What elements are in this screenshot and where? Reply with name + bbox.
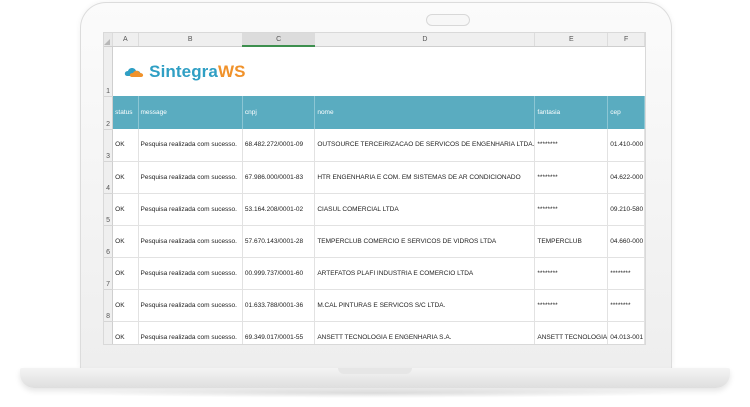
screen: A B C D E F 1 SintegraWS 2 status messag… [103, 32, 646, 345]
cell-message[interactable]: Pesquisa realizada com sucesso. [138, 193, 243, 226]
cell-cep[interactable]: ******** [607, 289, 645, 322]
header-status[interactable]: status [112, 96, 139, 129]
cell-fantasia[interactable]: ******** [534, 257, 609, 290]
cell-cep[interactable]: 04.013-001 [607, 321, 645, 344]
laptop-base [20, 368, 730, 388]
cell-cep[interactable]: 01.410-000 [607, 129, 645, 162]
laptop-notch [338, 368, 412, 374]
cell-nome[interactable]: OUTSOURCE TERCEIRIZACAO DE SERVICOS DE E… [314, 129, 536, 162]
cell-nome[interactable]: ANSETT TECNOLOGIA E ENGENHARIA S.A. [314, 321, 536, 344]
column-header-a[interactable]: A [112, 33, 139, 47]
cell-fantasia[interactable]: ******** [534, 193, 609, 226]
table-row: 5 OK Pesquisa realizada com sucesso. 53.… [104, 193, 645, 226]
cell-cep[interactable]: 09.210-580 [607, 193, 645, 226]
cell-nome[interactable]: M.CAL PINTURAS E SERVICOS S/C LTDA. [314, 289, 536, 322]
cell-message[interactable]: Pesquisa realizada com sucesso. [138, 161, 243, 194]
row-number-5[interactable]: 5 [104, 193, 114, 226]
laptop-shadow [60, 388, 690, 398]
cell-message[interactable]: Pesquisa realizada com sucesso. [138, 321, 243, 344]
logo-text-ws: WS [217, 61, 246, 81]
column-header-f[interactable]: F [607, 33, 645, 47]
column-header-e[interactable]: E [534, 33, 609, 47]
cell-cep[interactable]: ******** [607, 257, 645, 290]
logo-text-sintegra: Sintegra [149, 61, 218, 81]
cell-cnpj[interactable]: 53.164.208/0001-02 [242, 193, 316, 226]
cell-cep[interactable]: 04.622-000 [607, 161, 645, 194]
row-number-6[interactable]: 6 [104, 225, 114, 258]
column-header-d[interactable]: D [314, 33, 536, 47]
cell-status[interactable]: OK [112, 193, 139, 226]
cell-status[interactable]: OK [112, 225, 139, 258]
row-number-8[interactable]: 8 [104, 289, 114, 322]
cell-message[interactable]: Pesquisa realizada com sucesso. [138, 289, 243, 322]
header-cep[interactable]: cep [607, 96, 645, 129]
row-number-2[interactable]: 2 [104, 96, 114, 130]
table-row: 7 OK Pesquisa realizada com sucesso. 00.… [104, 257, 645, 290]
cell-fantasia[interactable]: ANSETT TECNOLOGIA [534, 321, 609, 344]
table-row: 8 OK Pesquisa realizada com sucesso. 01.… [104, 289, 645, 322]
cell-nome[interactable]: CIASUL COMERCIAL LTDA [314, 193, 536, 226]
table-row: 6 OK Pesquisa realizada com sucesso. 57.… [104, 225, 645, 258]
header-nome[interactable]: nome [314, 96, 536, 129]
cell-fantasia[interactable]: ******** [534, 289, 609, 322]
cell-message[interactable]: Pesquisa realizada com sucesso. [138, 225, 243, 258]
cell-cnpj[interactable]: 68.482.272/0001-09 [242, 129, 316, 162]
cloud-logo-icon [125, 67, 144, 77]
sintegraws-logo: SintegraWS [113, 62, 644, 82]
cell-fantasia[interactable]: ******** [534, 161, 609, 194]
cell-message[interactable]: Pesquisa realizada com sucesso. [138, 129, 243, 162]
cell-status[interactable]: OK [112, 161, 139, 194]
row-number-4[interactable]: 4 [104, 161, 114, 194]
cell-status[interactable]: OK [112, 289, 139, 322]
row-number-3[interactable]: 3 [104, 129, 114, 162]
cell-fantasia[interactable]: TEMPERCLUB [534, 225, 609, 258]
cell-cnpj[interactable]: 69.349.017/0001-55 [242, 321, 316, 344]
cell-status[interactable]: OK [112, 321, 139, 344]
table-row: OK Pesquisa realizada com sucesso. 69.34… [104, 321, 645, 344]
row-number-1[interactable]: 1 [104, 46, 114, 97]
cell-status[interactable]: OK [112, 257, 139, 290]
select-all-corner[interactable] [104, 33, 114, 47]
cell-message[interactable]: Pesquisa realizada com sucesso. [138, 257, 243, 290]
cell-cnpj[interactable]: 01.633.788/0001-36 [242, 289, 316, 322]
camera-icon [426, 14, 470, 26]
header-cnpj[interactable]: cnpj [242, 96, 316, 129]
row-number-7[interactable]: 7 [104, 257, 114, 290]
logo-cell[interactable]: SintegraWS [113, 46, 645, 96]
table-row: 4 OK Pesquisa realizada com sucesso. 67.… [104, 161, 645, 194]
header-fantasia[interactable]: fantasia [534, 96, 609, 129]
column-header-c[interactable]: C [242, 33, 316, 47]
cell-cep[interactable]: 04.660-000 [607, 225, 645, 258]
cell-nome[interactable]: ARTEFATOS PLAFI INDUSTRIA E COMERCIO LTD… [314, 257, 536, 290]
cell-nome[interactable]: TEMPERCLUB COMERCIO E SERVICOS DE VIDROS… [314, 225, 536, 258]
row-number-9[interactable] [104, 321, 114, 344]
cell-status[interactable]: OK [112, 129, 139, 162]
cell-cnpj[interactable]: 67.986.000/0001-83 [242, 161, 316, 194]
cell-nome[interactable]: HTR ENGENHARIA E COM. EM SISTEMAS DE AR … [314, 161, 536, 194]
spreadsheet-grid: A B C D E F 1 SintegraWS 2 status messag… [104, 33, 645, 344]
header-message[interactable]: message [138, 96, 243, 129]
table-row: 3 OK Pesquisa realizada com sucesso. 68.… [104, 129, 645, 162]
cell-fantasia[interactable]: ******** [534, 129, 609, 162]
column-header-b[interactable]: B [138, 33, 243, 47]
cell-cnpj[interactable]: 57.670.143/0001-28 [242, 225, 316, 258]
cell-cnpj[interactable]: 00.999.737/0001-60 [242, 257, 316, 290]
